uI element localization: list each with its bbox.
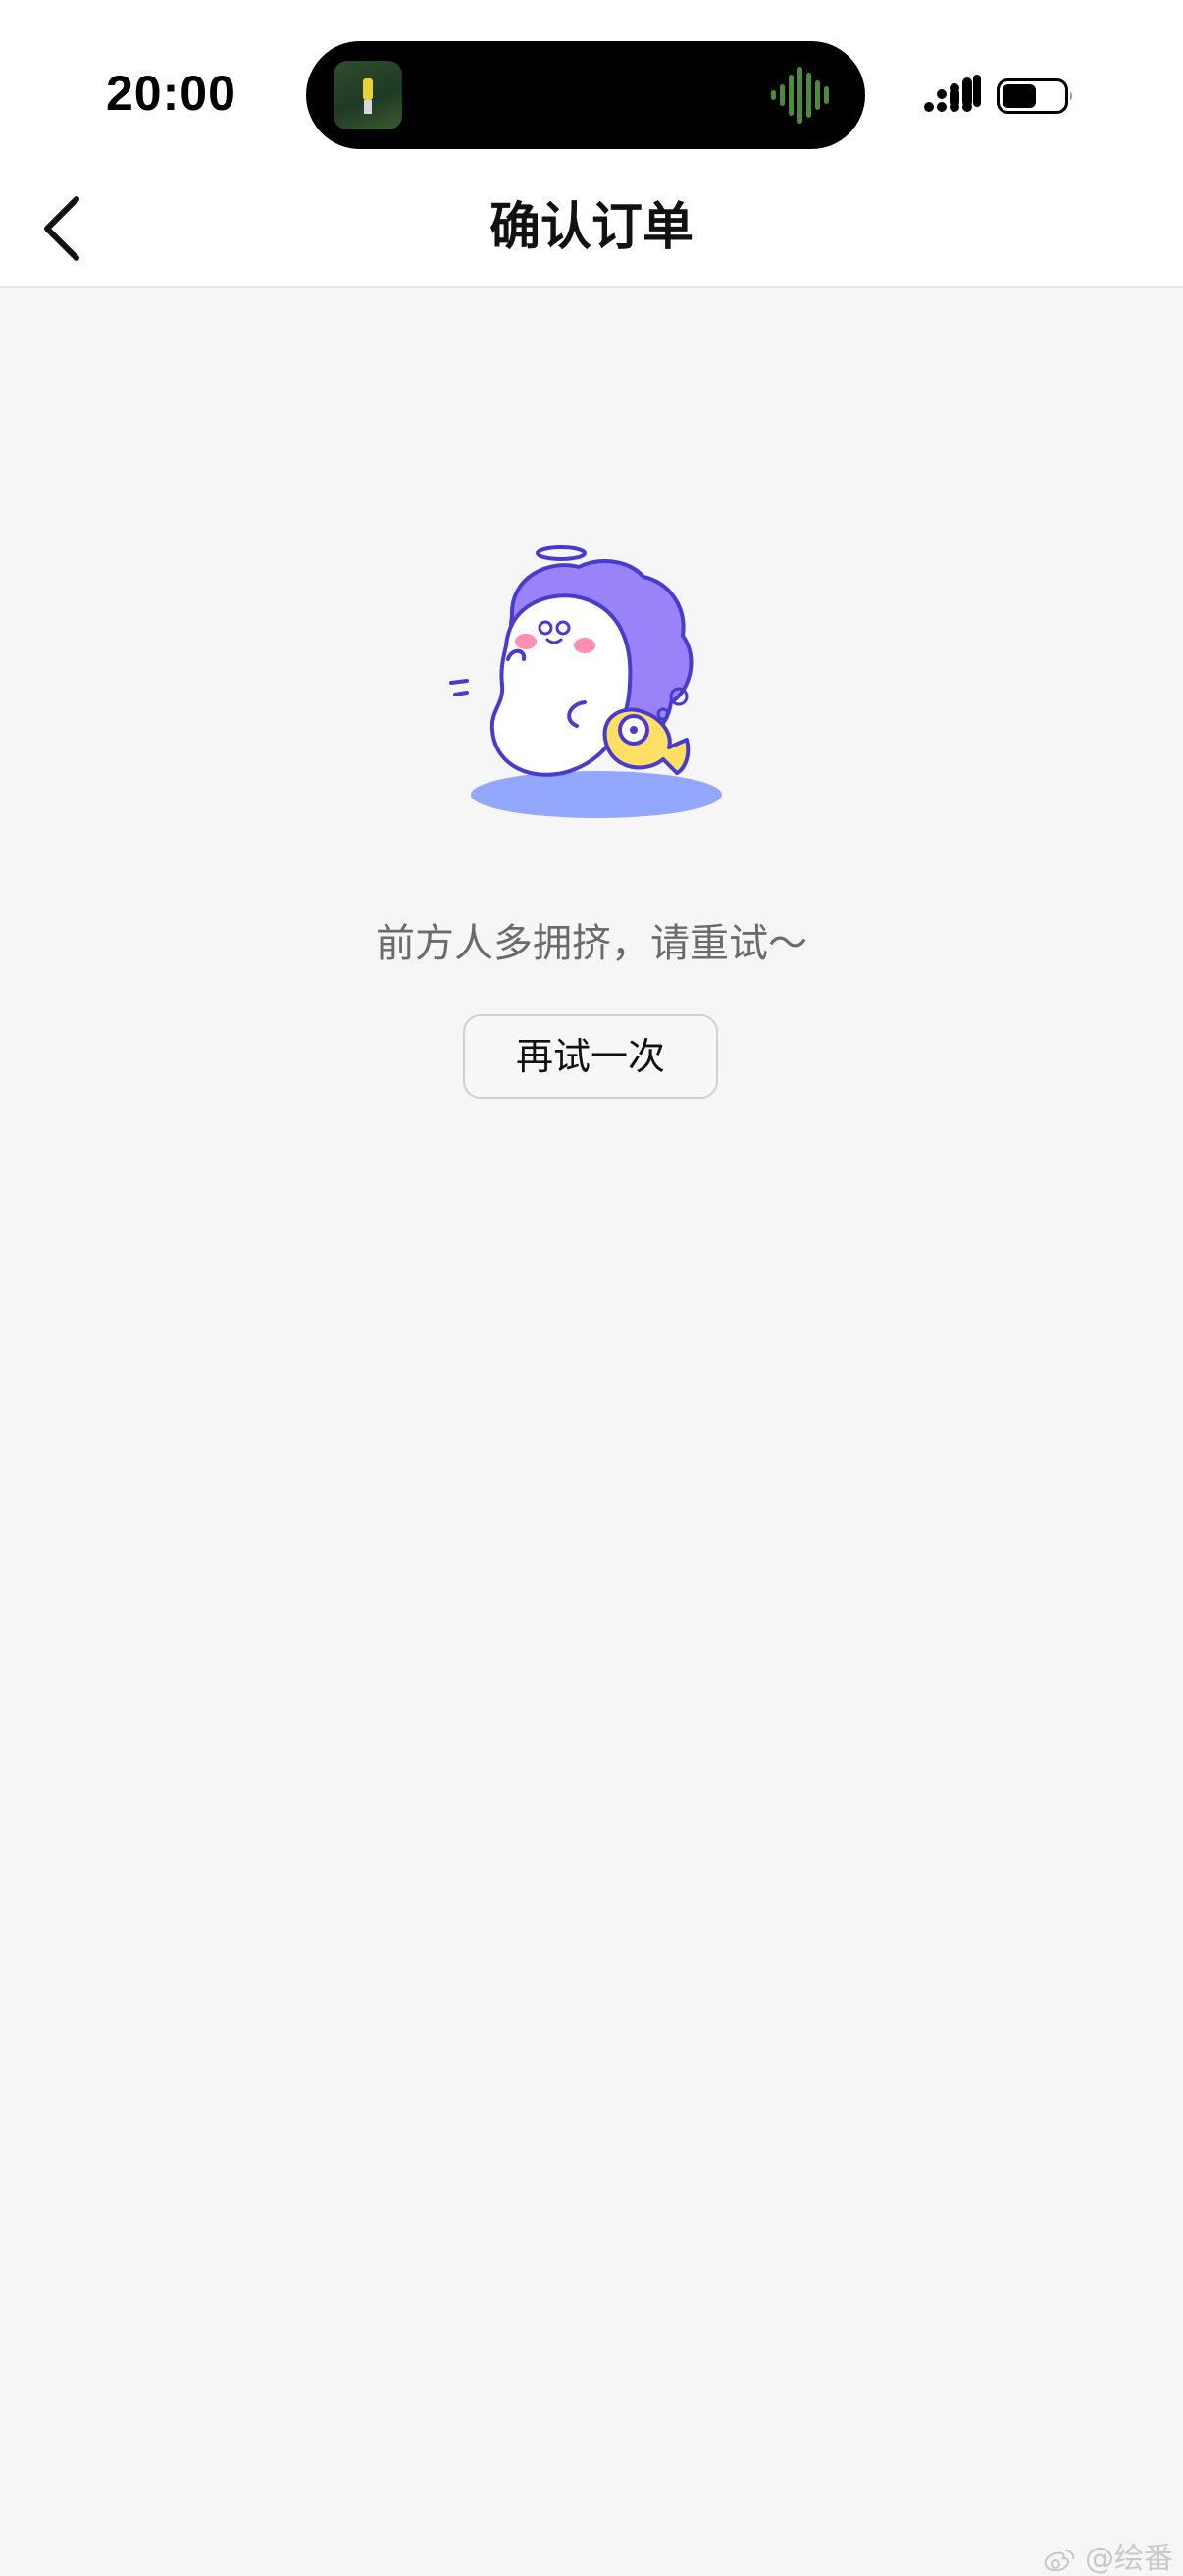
status-time: 20:00 [106,66,236,121]
battery-icon [997,78,1072,114]
nav-bar: 确认订单 [0,172,1183,288]
signal-icon [924,75,981,112]
weibo-icon [1044,2549,1075,2571]
watermark-text: @绘番 [1085,2542,1173,2576]
status-bar: 20:00 [0,0,1183,172]
thumbnail-figure [363,78,373,100]
audio-waveform-icon [771,67,829,124]
yellow-fish [602,707,691,775]
page-title: 确认订单 [489,198,694,257]
left-cheek [515,634,537,649]
halo-icon [536,545,587,561]
crowded-mascot-illustration [449,545,722,818]
right-cheek [574,638,595,653]
dynamic-island[interactable] [306,41,865,149]
empty-state-message: 前方人多拥挤，请重试～ [376,921,807,966]
retry-button[interactable]: 再试一次 [463,1014,718,1099]
ground-shadow [471,771,722,818]
watermark: @绘番 [1042,2545,1173,2574]
thumbnail-figure-legs [364,100,372,114]
now-playing-thumbnail[interactable] [334,61,402,129]
